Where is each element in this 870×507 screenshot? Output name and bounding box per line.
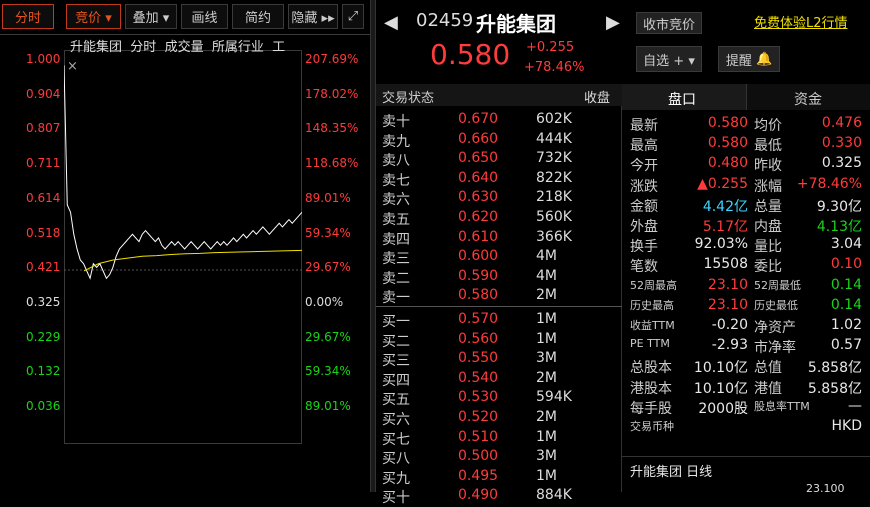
tab-quote[interactable]: 盘口: [668, 89, 696, 109]
stock-code: 02459: [416, 10, 474, 31]
y-right-tick: 59.34%: [305, 364, 351, 379]
bid-row[interactable]: 买六 0.520 2M: [376, 408, 618, 428]
intraday-chart[interactable]: ×: [64, 50, 302, 444]
quote-row: 每手股 2000股 股息率TTM —: [630, 397, 862, 417]
daily-high-label: 23.100: [806, 482, 845, 495]
ask-row[interactable]: 卖九 0.660 444K: [376, 130, 618, 150]
y-left-tick: 0.421: [26, 260, 61, 275]
order-book: 交易状态 收盘 卖十 0.670 602K 卖九 0.660 444K 卖八 0.650 732…: [376, 84, 622, 506]
simple-mode-button[interactable]: 简约: [232, 4, 284, 29]
next-stock-arrow[interactable]: ▶: [606, 12, 620, 33]
y-right-tick: 89.01%: [305, 190, 351, 205]
ask-row[interactable]: 卖二 0.590 4M: [376, 267, 618, 287]
quote-row: 金额 4.42亿 总量 9.30亿: [630, 198, 862, 215]
stock-name: 升能集团: [476, 12, 556, 36]
y-right-tick: 89.01%: [305, 399, 351, 413]
bid-row[interactable]: 买七 0.510 1M: [376, 428, 618, 448]
close-icon: ×: [67, 59, 78, 74]
quote-row: 总股本 10.10亿 总值 5.858亿: [630, 360, 862, 377]
bid-row[interactable]: 买九 0.495 1M: [376, 467, 618, 487]
ask-row[interactable]: 卖三 0.600 4M: [376, 247, 618, 267]
alert-button[interactable]: 提醒 🔔: [718, 46, 780, 72]
y-left-tick: 0.518: [26, 225, 61, 240]
y-left-tick: 0.229: [26, 329, 61, 344]
bid-row[interactable]: 买五 0.530 594K: [376, 388, 618, 408]
ask-row[interactable]: 卖五 0.620 560K: [376, 208, 618, 228]
bid-row[interactable]: 买四 0.540 2M: [376, 369, 618, 389]
y-left-tick: 1.000: [26, 52, 61, 66]
tab-intraday[interactable]: 分时: [2, 4, 54, 29]
quote-row: PE TTM -2.93 市净率 0.57: [630, 337, 862, 357]
ask-row[interactable]: 卖六 0.630 218K: [376, 188, 618, 208]
y-right-tick: 118.68%: [305, 156, 359, 171]
daily-chart-title: 升能集团 日线: [630, 465, 713, 480]
y-right-tick: 29.67%: [305, 260, 351, 275]
ask-row[interactable]: 卖十 0.670 602K: [376, 110, 618, 130]
l2-trial-link[interactable]: 免费体验L2行情: [754, 12, 848, 31]
ask-row[interactable]: 卖八 0.650 732K: [376, 149, 618, 169]
last-price: 0.580: [430, 38, 511, 71]
ask-row[interactable]: 卖四 0.610 366K: [376, 228, 618, 248]
y-left-tick: 0.807: [26, 121, 61, 136]
overlay-dropdown[interactable]: 叠加 ▾: [125, 4, 177, 29]
quote-row: 收益TTM -0.20 净资产 1.02: [630, 317, 862, 336]
y-right-tick: 178.02%: [305, 86, 359, 101]
y-left-tick: 0.711: [26, 156, 61, 171]
quote-row: 换手 92.03% 量比 3.04: [630, 236, 862, 256]
change: +0.255: [526, 40, 575, 55]
y-left-tick: 0.904: [26, 86, 61, 101]
quote-row: 港股本 10.10亿 港值 5.858亿: [630, 380, 862, 397]
price-line: [64, 65, 302, 280]
y-left-tick: 0.036: [26, 399, 61, 413]
y-left-tick: 0.614: [26, 190, 61, 205]
ask-row[interactable]: 卖七 0.640 822K: [376, 169, 618, 189]
bid-row[interactable]: 买一 0.570 1M: [376, 310, 618, 330]
draw-line-button[interactable]: 画线: [181, 4, 228, 29]
hide-button[interactable]: 隐藏 ▸▸: [288, 4, 338, 29]
ask-row[interactable]: 卖一 0.580 2M: [376, 286, 618, 306]
bell-icon: 🔔: [755, 51, 773, 67]
quote-row: 最新 0.580 均价 0.476: [630, 115, 862, 134]
change-pct: +78.46%: [524, 60, 585, 75]
tab-funds[interactable]: 资金: [794, 89, 822, 109]
quote-row: 涨跌 ▲0.255 涨幅 +78.46%: [630, 175, 862, 195]
quote-row: 交易币种 HKD: [630, 418, 862, 434]
y-left-tick: 0.132: [26, 364, 61, 379]
y-right-tick: 0.00%: [305, 294, 344, 309]
y-right-tick: 207.69%: [305, 52, 359, 66]
quote-row: 笔数 15508 委比 0.10: [630, 256, 862, 276]
quote-row: 今开 0.480 昨收 0.325: [630, 155, 862, 175]
bid-row[interactable]: 买二 0.560 1M: [376, 330, 618, 350]
y-left-tick: 0.325: [26, 294, 61, 309]
avg-price-line: [83, 249, 302, 272]
bid-row[interactable]: 买八 0.500 3M: [376, 447, 618, 467]
expand-icon[interactable]: ⤢: [342, 4, 364, 29]
prev-stock-arrow[interactable]: ◀: [384, 12, 398, 33]
close-auction-badge: 收市竞价: [636, 12, 702, 34]
y-right-tick: 29.67%: [305, 329, 351, 344]
watchlist-button[interactable]: 自选 + ▾: [636, 46, 702, 72]
y-right-tick: 148.35%: [305, 121, 359, 136]
y-right-tick: 59.34%: [305, 225, 351, 240]
quote-row: 历史最高 23.10 历史最低 0.14: [630, 296, 862, 313]
quote-row: 外盘 5.17亿 内盘 4.13亿: [630, 219, 862, 235]
auction-dropdown[interactable]: 竞价 ▾: [66, 4, 121, 29]
quote-row: 52周最高 23.10 52周最低 0.14: [630, 276, 862, 293]
bid-row[interactable]: 买十 0.490 884K: [376, 486, 618, 506]
bid-row[interactable]: 买三 0.550 3M: [376, 349, 618, 369]
quote-row: 最高 0.580 最低 0.330: [630, 135, 862, 155]
